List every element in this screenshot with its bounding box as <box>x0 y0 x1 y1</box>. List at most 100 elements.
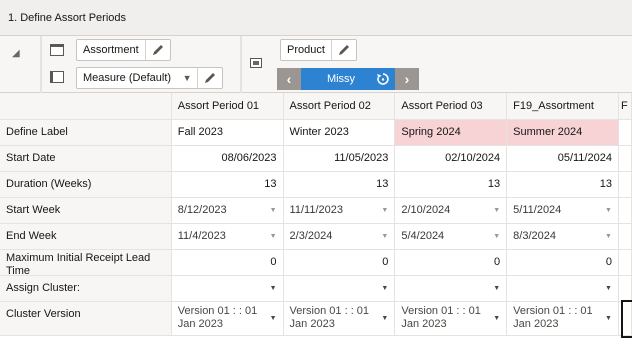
cell-value: 8/3/2024 <box>513 230 556 242</box>
duration-cell[interactable]: 13 <box>506 171 619 198</box>
pencil-icon <box>338 45 349 55</box>
column-header[interactable]: Assort Period 01 <box>171 93 284 120</box>
collapse-pivot-icon[interactable]: ◢ <box>12 48 22 59</box>
column-axis-icon <box>50 71 64 83</box>
end-week-cell[interactable]: 8/3/2024 ▼ <box>506 223 619 250</box>
cell-value: 11/4/2023 <box>177 230 226 242</box>
row-header: End Week <box>0 223 172 250</box>
start-week-cell[interactable]: 5/11/2024 ▼ <box>506 197 619 224</box>
dropdown-arrow-icon: ▼ <box>381 206 389 214</box>
product-dimension-chip[interactable]: Product <box>280 39 357 61</box>
dropdown-arrow-icon: ▼ <box>381 314 389 322</box>
start-date-cell[interactable] <box>618 145 632 172</box>
assortment-label: Assortment <box>83 44 139 56</box>
assortment-dimension-chip[interactable]: Assortment <box>76 39 171 61</box>
define-label-cell[interactable]: Fall 2023 <box>171 119 284 146</box>
chevron-right-icon[interactable]: › <box>395 68 419 90</box>
table-row: Start Date 08/06/2023 11/05/2023 02/10/2… <box>0 145 632 172</box>
assign-cluster-cell[interactable]: ▼ <box>283 275 396 302</box>
layout-icon <box>250 58 262 68</box>
measure-dropdown-icon[interactable]: ▼ <box>177 68 197 88</box>
lead-time-cell[interactable] <box>618 249 632 276</box>
dropdown-arrow-icon: ▼ <box>605 206 612 214</box>
assign-cluster-cell[interactable]: ▼ <box>506 275 619 302</box>
dropdown-arrow-icon: ▼ <box>269 232 277 240</box>
view-title: 1. Define Assort Periods <box>8 12 127 24</box>
lead-time-cell[interactable]: 0 <box>171 249 284 276</box>
duration-cell[interactable]: 13 <box>283 171 396 198</box>
column-header[interactable]: F <box>618 93 632 120</box>
edit-assortment-button[interactable] <box>146 40 170 60</box>
duration-cell[interactable]: 13 <box>171 171 284 198</box>
column-header[interactable]: Assort Period 03 <box>394 93 508 120</box>
row-header-label: Maximum Initial Receipt Lead Time <box>6 252 151 274</box>
table-row: Cluster Version Version 01 : : 01 Jan 20… <box>0 301 632 336</box>
column-header[interactable]: Assort Period 02 <box>283 93 396 120</box>
dropdown-arrow-icon: ▼ <box>381 284 389 292</box>
assort-periods-grid: Assort Period 01 Assort Period 02 Assort… <box>0 93 632 336</box>
define-label-cell[interactable]: Summer 2024 <box>506 119 619 146</box>
row-header: Maximum Initial Receipt Lead Time <box>0 249 172 276</box>
cell-value: 2/10/2024 <box>401 204 451 216</box>
dropdown-arrow-icon: ▼ <box>605 284 612 292</box>
start-date-cell[interactable]: 11/05/2023 <box>283 145 396 172</box>
pencil-icon <box>205 73 216 83</box>
lead-time-cell[interactable]: 0 <box>283 249 396 276</box>
start-date-cell[interactable]: 02/10/2024 <box>394 145 508 172</box>
reset-icon[interactable] <box>375 71 391 87</box>
dropdown-arrow-icon: ▼ <box>605 314 612 322</box>
dropdown-arrow-icon: ▼ <box>493 206 501 214</box>
start-week-cell[interactable]: 2/10/2024 ▼ <box>394 197 508 224</box>
row-header: Assign Cluster: <box>0 275 172 302</box>
product-navigator: ‹ Missy › <box>277 68 419 90</box>
define-label-cell[interactable]: Spring 2024 <box>394 119 508 146</box>
assign-cluster-cell[interactable]: ▼ <box>171 275 284 302</box>
navigator-current[interactable]: Missy <box>301 68 395 90</box>
start-week-cell[interactable] <box>618 197 632 224</box>
cluster-version-cell[interactable]: Version 01 : : 01 Jan 2023 ▼ <box>171 301 284 336</box>
measure-label: Measure (Default) <box>83 72 172 84</box>
view-title-bar: 1. Define Assort Periods <box>0 0 632 36</box>
cell-value: Version 01 : : 01 Jan 2023 <box>177 304 258 330</box>
duration-cell[interactable]: 13 <box>394 171 508 198</box>
end-week-cell[interactable]: 2/3/2024 ▼ <box>283 223 396 250</box>
chevron-left-icon[interactable]: ‹ <box>277 68 301 90</box>
row-header: Duration (Weeks) <box>0 171 172 198</box>
lead-time-cell[interactable]: 0 <box>506 249 619 276</box>
selection-edge-indicator <box>621 300 632 338</box>
navigator-label: Missy <box>326 73 356 85</box>
start-week-cell[interactable]: 11/11/2023 ▼ <box>283 197 396 224</box>
cell-value: 11/11/2023 <box>289 204 343 216</box>
cell-value: 8/12/2023 <box>177 204 227 216</box>
start-date-cell[interactable]: 05/11/2024 <box>506 145 619 172</box>
column-header[interactable]: F19_Assortment <box>506 93 619 120</box>
duration-cell[interactable] <box>618 171 632 198</box>
assign-cluster-cell[interactable]: ▼ <box>394 275 508 302</box>
cell-value: Version 01 : : 01 Jan 2023 <box>289 304 370 330</box>
cluster-version-cell[interactable]: Version 01 : : 01 Jan 2023 ▼ <box>283 301 396 336</box>
product-label: Product <box>287 44 325 56</box>
lead-time-cell[interactable]: 0 <box>394 249 508 276</box>
row-header: Start Date <box>0 145 172 172</box>
table-row: Start Week 8/12/2023 ▼ 11/11/2023 ▼ 2/10/2… <box>0 197 632 224</box>
assign-cluster-cell[interactable] <box>618 275 632 302</box>
dropdown-arrow-icon: ▼ <box>605 232 612 240</box>
end-week-cell[interactable]: 11/4/2023 ▼ <box>171 223 284 250</box>
dropdown-arrow-icon: ▼ <box>269 314 277 322</box>
end-week-cell[interactable]: 5/4/2024 ▼ <box>394 223 508 250</box>
row-axis-icon <box>50 44 64 56</box>
dropdown-arrow-icon: ▼ <box>269 284 277 292</box>
define-label-cell[interactable] <box>618 119 632 146</box>
end-week-cell[interactable] <box>618 223 632 250</box>
edit-product-button[interactable] <box>332 40 356 60</box>
grid-corner <box>0 93 172 120</box>
cluster-version-cell[interactable]: Version 01 : : 01 Jan 2023 ▼ <box>394 301 508 336</box>
cluster-version-cell[interactable]: Version 01 : : 01 Jan 2023 ▼ <box>506 301 619 336</box>
pivot-divider <box>40 36 42 93</box>
define-label-cell[interactable]: Winter 2023 <box>283 119 396 146</box>
table-row: Duration (Weeks) 13 13 13 13 <box>0 171 632 198</box>
start-date-cell[interactable]: 08/06/2023 <box>171 145 284 172</box>
start-week-cell[interactable]: 8/12/2023 ▼ <box>171 197 284 224</box>
measure-dimension-chip[interactable]: Measure (Default) ▼ <box>76 67 224 89</box>
edit-measure-button[interactable] <box>198 68 222 88</box>
